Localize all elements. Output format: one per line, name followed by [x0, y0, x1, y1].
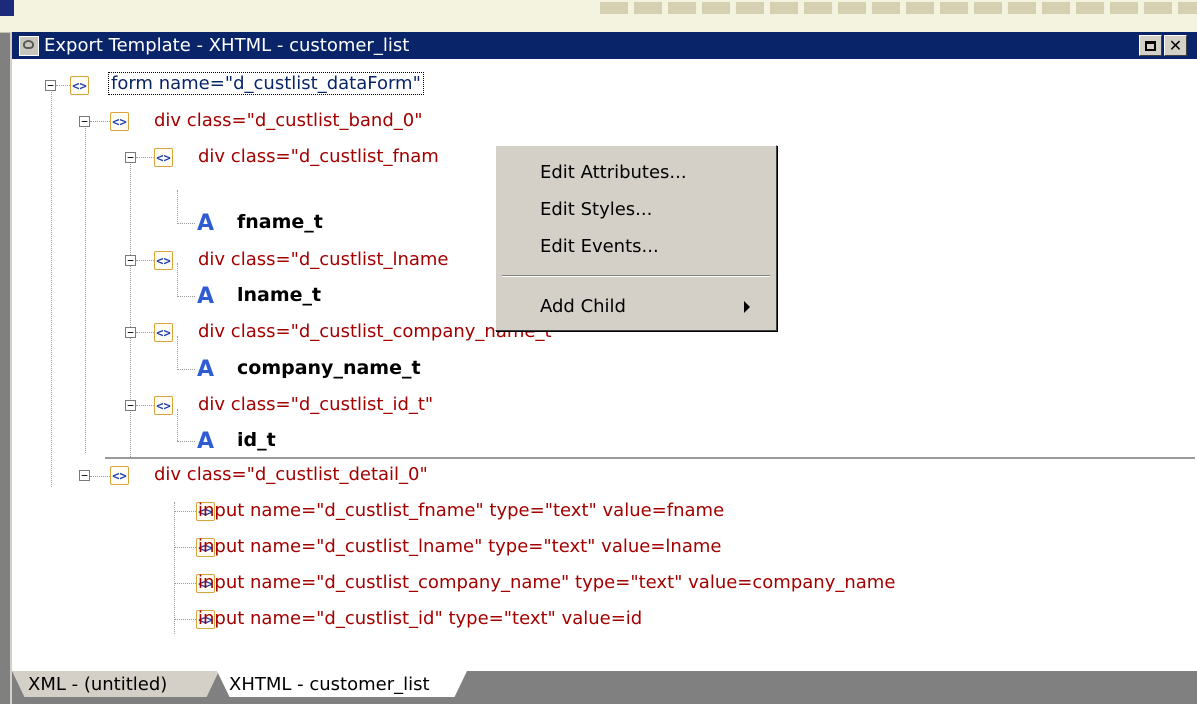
- tree-connector: [90, 121, 110, 122]
- tree-node-band[interactable]: div class="d_custlist_band_0": [154, 110, 422, 131]
- tree-node-id-text[interactable]: id_t: [237, 429, 276, 451]
- document-tab-bar: XML - (untitled) XHTML - customer_list: [12, 671, 1197, 704]
- collapse-toggle[interactable]: −: [125, 255, 136, 266]
- element-icon: <>: [154, 148, 173, 167]
- element-icon: <>: [110, 466, 129, 485]
- tree-connector: [130, 156, 131, 459]
- tree-node-input-fname-label: input name="d_custlist_fname" type="text…: [198, 500, 725, 521]
- tree-connector: [136, 260, 154, 261]
- background-app-strip: [0, 0, 1197, 33]
- tree-connector: [90, 476, 110, 477]
- tab-xml-untitled-label: XML - (untitled): [28, 673, 168, 695]
- tree-connector: [177, 190, 178, 222]
- tree-node-input-company[interactable]: input name="d_custlist_company_name" typ…: [198, 572, 895, 593]
- tree-connector: [174, 511, 196, 512]
- tree-connector: [174, 583, 196, 584]
- tree-connector: [136, 405, 154, 406]
- text-field-icon: A: [197, 357, 215, 382]
- window-title: Export Template - XHTML - customer_list: [44, 35, 410, 56]
- element-icon: <>: [110, 112, 129, 131]
- element-icon: <>: [154, 396, 173, 415]
- tree-connector: [177, 441, 195, 442]
- menu-item-add-child[interactable]: Add Child: [540, 292, 626, 320]
- element-icon: <>: [154, 323, 173, 342]
- tree-node-company-text[interactable]: company_name_t: [237, 357, 421, 379]
- tree-node-input-id[interactable]: input name="d_custlist_id" type="text" v…: [198, 608, 642, 629]
- collapse-toggle[interactable]: −: [79, 116, 90, 127]
- tree-connector: [177, 369, 195, 370]
- tree-node-input-fname[interactable]: input name="d_custlist_fname" type="text…: [198, 500, 724, 521]
- tree-connector: [177, 409, 178, 441]
- menu-item-edit-styles[interactable]: Edit Styles...: [540, 195, 652, 223]
- tree-node-form[interactable]: form name="d_custlist_dataForm": [108, 72, 424, 95]
- text-field-icon: A: [197, 429, 215, 454]
- title-bar[interactable]: Export Template - XHTML - customer_list …: [12, 32, 1197, 59]
- tree-connector: [174, 547, 196, 548]
- collapse-toggle[interactable]: −: [45, 80, 56, 91]
- collapse-toggle[interactable]: −: [125, 152, 136, 163]
- tree-node-detail[interactable]: div class="d_custlist_detail_0": [154, 464, 428, 485]
- menu-separator: [502, 275, 770, 277]
- tree-connector: [177, 336, 178, 368]
- tree-node-lname-div[interactable]: div class="d_custlist_lname: [198, 249, 449, 270]
- background-app-toolbar: [600, 2, 1197, 14]
- menu-item-edit-attributes[interactable]: Edit Attributes...: [540, 158, 687, 186]
- background-app-edge: [0, 0, 14, 16]
- collapse-toggle[interactable]: −: [79, 470, 90, 481]
- tree-node-input-company-label: input name="d_custlist_company_name" typ…: [198, 572, 896, 593]
- text-field-icon: A: [197, 211, 215, 236]
- submenu-arrow-icon: [744, 301, 750, 313]
- tab-xhtml-customer-list[interactable]: XHTML - customer_list: [217, 671, 467, 697]
- tree-connector: [136, 332, 154, 333]
- context-menu: Edit Attributes... Edit Styles... Edit E…: [495, 145, 777, 331]
- tree-node-id-div[interactable]: div class="d_custlist_id_t": [198, 394, 433, 415]
- export-template-window: Export Template - XHTML - customer_list …: [10, 32, 1197, 704]
- tree-connector: [85, 121, 86, 453]
- tree-node-lname-text[interactable]: lname_t: [237, 284, 321, 306]
- text-field-icon: A: [197, 284, 215, 309]
- tree-node-input-id-label: input name="d_custlist_id" type="text" v…: [198, 608, 643, 629]
- close-button[interactable]: ✕: [1164, 35, 1187, 56]
- tree-connector: [174, 619, 196, 620]
- template-tree[interactable]: − <> form name="d_custlist_dataForm" − <…: [12, 59, 1197, 671]
- tree-node-fname-text[interactable]: fname_t: [237, 211, 323, 233]
- tree-connector: [177, 263, 178, 295]
- tree-connector: [56, 85, 70, 86]
- menu-item-edit-events[interactable]: Edit Events...: [540, 232, 659, 260]
- tree-connector: [177, 296, 195, 297]
- collapse-toggle[interactable]: −: [125, 400, 136, 411]
- tree-node-input-lname-label: input name="d_custlist_lname" type="text…: [198, 536, 722, 557]
- tab-xml-untitled[interactable]: XML - (untitled): [12, 671, 219, 697]
- maximize-button[interactable]: [1139, 35, 1162, 56]
- tree-node-fname-div[interactable]: div class="d_custlist_fnam: [198, 146, 439, 167]
- window-app-icon[interactable]: [19, 35, 39, 56]
- tree-connector: [177, 223, 195, 224]
- close-icon: ✕: [1168, 36, 1183, 55]
- tree-connector: [136, 157, 154, 158]
- tab-xhtml-customer-list-label: XHTML - customer_list: [229, 673, 430, 695]
- maximize-icon: [1145, 40, 1156, 51]
- element-icon: <>: [70, 76, 89, 95]
- collapse-toggle[interactable]: −: [125, 327, 136, 338]
- tree-connector: [174, 502, 175, 634]
- tree-connector: [51, 89, 52, 487]
- tree-node-input-lname[interactable]: input name="d_custlist_lname" type="text…: [198, 536, 721, 557]
- element-icon: <>: [154, 251, 173, 270]
- drop-indicator-line: [105, 457, 1195, 459]
